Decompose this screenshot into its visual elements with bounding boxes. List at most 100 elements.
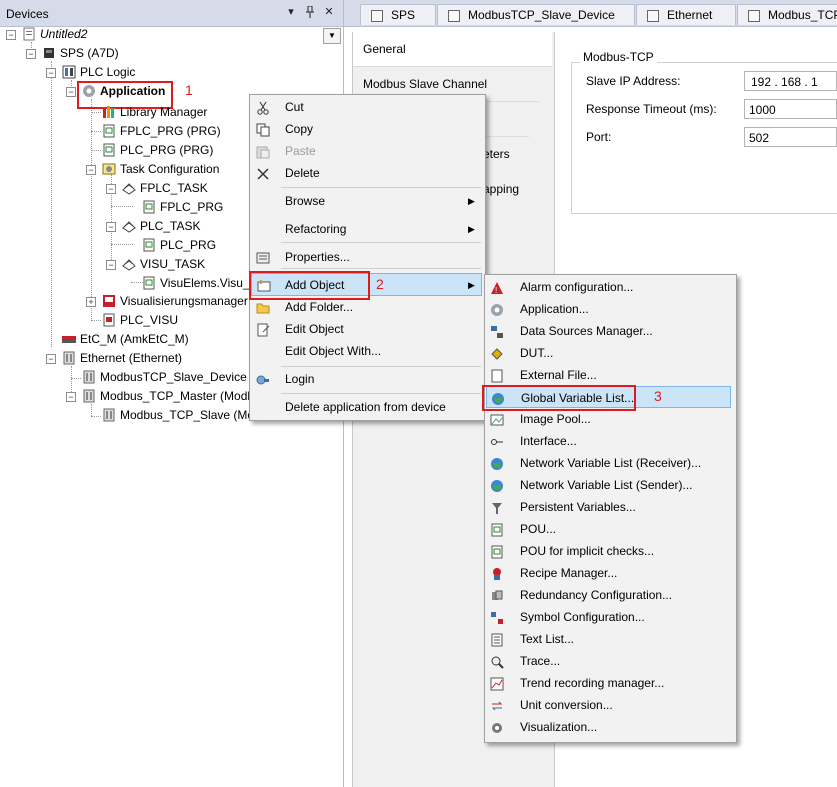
scissors-icon <box>256 100 270 115</box>
pou-icon <box>142 238 156 252</box>
submenu-trend-recording-manager[interactable]: Trend recording manager... <box>486 672 731 694</box>
menu-delete[interactable]: Delete <box>252 162 481 184</box>
submenu-network-variable-list-receiver[interactable]: Network Variable List (Receiver)... <box>486 452 731 474</box>
response-timeout-field[interactable]: 1000 <box>744 99 837 119</box>
task-icon <box>122 219 136 233</box>
menu-paste[interactable]: Paste <box>252 140 481 162</box>
submenu-data-sources-manager[interactable]: Data Sources Manager... <box>486 320 731 342</box>
menu-browse[interactable]: Browse ▶ <box>252 190 481 212</box>
tree-node-visu-task[interactable]: VISU_TASK <box>122 255 205 273</box>
network-device-icon <box>102 408 116 422</box>
tree-node-plc-task-prg[interactable]: PLC_PRG <box>142 236 216 254</box>
data-sources-icon <box>490 324 504 338</box>
tree-node-plc-prg[interactable]: PLC_PRG (PRG) <box>102 141 213 159</box>
unit-conversion-icon <box>490 698 504 712</box>
annotation-box-3 <box>482 385 636 411</box>
submenu-pou-for-implicit-checks[interactable]: POU for implicit checks... <box>486 540 731 562</box>
text-list-icon <box>490 632 504 647</box>
tree-node-plc-visu[interactable]: PLC_VISU <box>102 311 178 329</box>
tree-node-ethernet[interactable]: Ethernet (Ethernet) <box>62 349 182 367</box>
menu-edit-object-with[interactable]: Edit Object With... <box>252 340 481 362</box>
menu-properties[interactable]: Properties... <box>252 246 481 268</box>
slave-ip-field[interactable]: 192 . 168 . 1 <box>744 71 837 91</box>
tree-node-fplc-task[interactable]: FPLC_TASK <box>122 179 208 197</box>
side-tab-general[interactable]: General <box>353 32 552 67</box>
visu-manager-icon <box>102 294 116 308</box>
expand-toggle[interactable]: + <box>86 297 96 307</box>
collapse-toggle[interactable]: − <box>106 222 116 232</box>
menu-login[interactable]: Login <box>252 368 481 390</box>
submenu-visualization[interactable]: Visualization... <box>486 716 731 738</box>
network-device-icon <box>62 351 76 365</box>
submenu-unit-conversion[interactable]: Unit conversion... <box>486 694 731 716</box>
tree-node-modbus-master[interactable]: Modbus_TCP_Master (Modbus <box>82 387 252 405</box>
close-icon[interactable]: ✕ <box>323 6 335 18</box>
tree-node-plc-task[interactable]: PLC_TASK <box>122 217 200 235</box>
tab-sps[interactable]: SPS <box>360 4 436 25</box>
submenu-recipe-manager[interactable]: Recipe Manager... <box>486 562 731 584</box>
recipe-icon <box>490 566 504 580</box>
tree-node-visu-manager[interactable]: Visualisierungsmanager <box>102 292 248 310</box>
submenu-text-list[interactable]: Text List... <box>486 628 731 650</box>
pin-icon[interactable] <box>304 5 316 18</box>
tree-node-untitled[interactable]: Untitled2 <box>22 25 87 43</box>
collapse-toggle[interactable]: − <box>86 165 96 175</box>
submenu-symbol-configuration[interactable]: Symbol Configuration... <box>486 606 731 628</box>
tree-node-fplc-prg[interactable]: FPLC_PRG (PRG) <box>102 122 221 140</box>
port-field[interactable]: 502 <box>744 127 837 147</box>
submenu-redundancy-configuration[interactable]: Redundancy Configuration... <box>486 584 731 606</box>
tree-node-etc-m[interactable]: EtC_M (AmkEtC_M) <box>62 330 189 348</box>
application-icon <box>490 302 504 316</box>
task-config-icon <box>102 162 116 176</box>
tab-modbus-tcp[interactable]: Modbus_TCP_ <box>737 4 837 25</box>
task-icon <box>122 181 136 195</box>
menu-cut[interactable]: Cut <box>252 96 481 118</box>
menu-refactoring[interactable]: Refactoring ▶ <box>252 218 481 240</box>
side-tab-parameters-partial[interactable]: eters <box>483 147 510 161</box>
submenu-dut[interactable]: DUT... <box>486 342 731 364</box>
device-icon <box>371 9 383 22</box>
network-device-icon <box>647 9 659 22</box>
menu-edit-object[interactable]: Edit Object <box>252 318 481 340</box>
menu-add-folder[interactable]: Add Folder... <box>252 296 481 318</box>
pou-icon <box>142 276 156 290</box>
submenu-external-file[interactable]: External File... <box>486 364 731 386</box>
tree-node-visuelems[interactable]: VisuElems.Visu_Prg <box>142 274 250 292</box>
collapse-toggle[interactable]: − <box>106 184 116 194</box>
submenu-image-pool[interactable]: Image Pool... <box>486 408 731 430</box>
submenu-network-variable-list-sender[interactable]: Network Variable List (Sender)... <box>486 474 731 496</box>
tree-node-sps[interactable]: SPS (A7D) <box>42 44 119 62</box>
tree-dropdown-button[interactable]: ▼ <box>323 28 341 44</box>
tree-node-fplc-task-prg[interactable]: FPLC_PRG <box>142 198 223 216</box>
menu-delete-application[interactable]: Delete application from device <box>252 396 481 418</box>
menu-copy[interactable]: Copy <box>252 118 481 140</box>
submenu-pou[interactable]: POU... <box>486 518 731 540</box>
collapse-toggle[interactable]: − <box>26 49 36 59</box>
tree-node-library-manager[interactable]: Library Manager <box>102 103 207 121</box>
submenu-application[interactable]: Application... <box>486 298 731 320</box>
properties-icon <box>256 250 270 264</box>
pou-icon <box>490 522 504 537</box>
tree-node-modbus-slave-device[interactable]: ModbusTCP_Slave_Device (Mod <box>82 368 252 386</box>
interface-icon <box>490 434 504 448</box>
collapse-toggle[interactable]: − <box>6 30 16 40</box>
tab-modbus-slave-device[interactable]: ModbusTCP_Slave_Device <box>437 4 635 25</box>
submenu-trace[interactable]: Trace... <box>486 650 731 672</box>
submenu-interface[interactable]: Interface... <box>486 430 731 452</box>
dropdown-arrow-icon[interactable]: ▾ <box>285 6 297 18</box>
collapse-toggle[interactable]: − <box>66 87 76 97</box>
submenu-persistent-variables[interactable]: Persistent Variables... <box>486 496 731 518</box>
collapse-toggle[interactable]: − <box>106 260 116 270</box>
tree-node-plc-logic[interactable]: PLC Logic <box>62 63 135 81</box>
collapse-toggle[interactable]: − <box>46 68 56 78</box>
tab-ethernet[interactable]: Ethernet <box>636 4 736 25</box>
tree-node-modbus-slave[interactable]: Modbus_TCP_Slave (Modbus <box>102 406 252 424</box>
tree-node-task-configuration[interactable]: Task Configuration <box>102 160 219 178</box>
submenu-alarm-configuration[interactable]: ! Alarm configuration... <box>486 276 731 298</box>
collapse-toggle[interactable]: − <box>66 392 76 402</box>
side-tab-mapping-partial[interactable]: apping <box>483 182 519 196</box>
persistent-icon <box>490 500 504 514</box>
external-file-icon <box>490 368 504 383</box>
collapse-toggle[interactable]: − <box>46 354 56 364</box>
edit-object-icon <box>256 322 270 337</box>
